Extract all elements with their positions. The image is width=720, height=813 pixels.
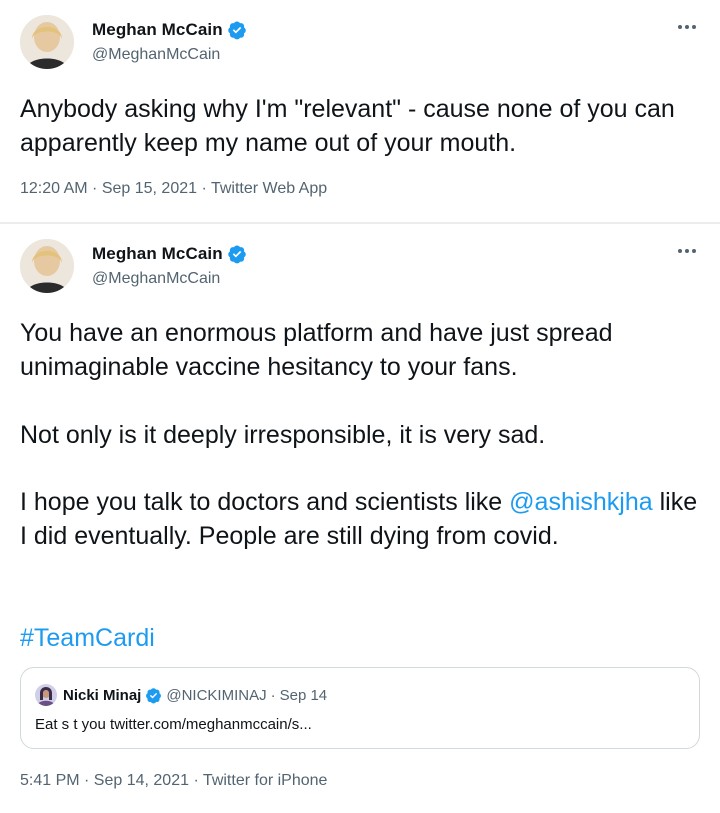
hashtag-link[interactable]: #TeamCardi [20, 621, 710, 655]
author-avatar[interactable] [20, 239, 74, 293]
tweet-paragraph: You have an enormous platform and have j… [20, 319, 620, 381]
tweet-timestamp[interactable]: 12:20 AM · Sep 15, 2021 · Twitter Web Ap… [20, 180, 327, 198]
author-avatar[interactable] [20, 15, 74, 69]
tweet-text-segment: I hope you talk to doctors and scientist… [20, 488, 510, 516]
verified-badge-icon [227, 245, 246, 264]
quoted-date[interactable]: Sep 14 [280, 687, 328, 704]
author-handle[interactable]: @MeghanMcCain [92, 46, 220, 64]
verified-badge-icon [227, 21, 246, 40]
more-options-icon[interactable] [678, 246, 700, 256]
more-options-icon[interactable] [678, 22, 700, 32]
quoted-tweet[interactable]: Nicki Minaj @NICKIMINAJ · Sep 14 Eat s t… [20, 667, 700, 749]
tweet-2[interactable]: Meghan McCain @MeghanMcCain You have an … [0, 224, 720, 813]
tweet-paragraph: I hope you talk to doctors and scientist… [20, 485, 710, 553]
verified-badge-icon [146, 687, 162, 703]
quoted-author-name[interactable]: Nicki Minaj [63, 687, 141, 704]
author-name[interactable]: Meghan McCain [92, 244, 223, 264]
tweet-paragraph: Not only is it deeply irresponsible, it … [20, 421, 546, 449]
tweet-1[interactable]: Meghan McCain @MeghanMcCain Anybody aski… [0, 0, 720, 222]
quoted-author-handle[interactable]: @NICKIMINAJ [166, 687, 266, 704]
mention-link[interactable]: @ashishkjha [509, 488, 653, 516]
separator-dot: · [270, 686, 276, 704]
author-handle[interactable]: @MeghanMcCain [92, 270, 220, 288]
author-name[interactable]: Meghan McCain [92, 20, 223, 40]
tweet-timestamp[interactable]: 5:41 PM · Sep 14, 2021 · Twitter for iPh… [20, 772, 327, 790]
quoted-author-avatar[interactable] [35, 684, 57, 706]
tweet-text: Anybody asking why I'm "relevant" - caus… [20, 95, 682, 157]
quoted-text: Eat s t you twitter.com/meghanmccain/s..… [35, 716, 312, 733]
